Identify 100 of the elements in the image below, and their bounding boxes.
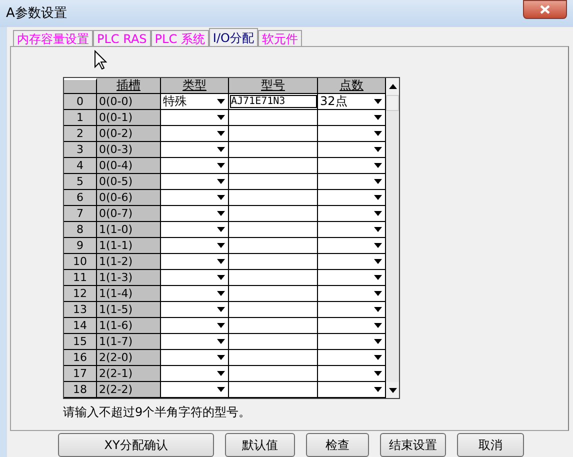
tab[interactable]: I/O分配 <box>208 28 258 46</box>
dropdown-arrow-icon[interactable] <box>374 211 382 216</box>
scroll-down-button[interactable] <box>386 382 399 398</box>
type-dropdown[interactable] <box>161 334 229 349</box>
row-number[interactable]: 17 <box>64 366 97 381</box>
dialog-button[interactable]: XY分配确认 <box>58 433 214 457</box>
points-dropdown[interactable] <box>318 238 386 253</box>
dropdown-arrow-icon[interactable] <box>374 99 382 104</box>
dropdown-arrow-icon[interactable] <box>374 195 382 200</box>
row-number[interactable]: 18 <box>64 382 97 397</box>
model-field[interactable] <box>229 126 318 141</box>
type-dropdown[interactable] <box>161 158 229 173</box>
points-dropdown[interactable] <box>318 254 386 269</box>
dropdown-arrow-icon[interactable] <box>217 131 225 136</box>
dropdown-arrow-icon[interactable] <box>217 227 225 232</box>
row-number[interactable]: 14 <box>64 318 97 333</box>
dropdown-arrow-icon[interactable] <box>374 227 382 232</box>
row-number[interactable]: 4 <box>64 158 97 173</box>
type-dropdown[interactable] <box>161 126 229 141</box>
points-dropdown[interactable] <box>318 126 386 141</box>
row-number[interactable]: 3 <box>64 142 97 157</box>
close-button[interactable] <box>523 0 567 19</box>
dropdown-arrow-icon[interactable] <box>217 387 225 392</box>
model-field[interactable] <box>229 238 318 253</box>
dropdown-arrow-icon[interactable] <box>217 339 225 344</box>
points-dropdown[interactable] <box>318 206 386 221</box>
type-dropdown[interactable]: 特殊 <box>161 94 229 109</box>
dropdown-arrow-icon[interactable] <box>217 147 225 152</box>
type-dropdown[interactable] <box>161 142 229 157</box>
dropdown-arrow-icon[interactable] <box>374 131 382 136</box>
model-field[interactable] <box>229 110 318 125</box>
type-dropdown[interactable] <box>161 382 229 397</box>
points-dropdown[interactable] <box>318 110 386 125</box>
model-field[interactable] <box>229 174 318 189</box>
row-number[interactable]: 2 <box>64 126 97 141</box>
dropdown-arrow-icon[interactable] <box>374 179 382 184</box>
points-dropdown[interactable] <box>318 142 386 157</box>
model-field[interactable] <box>229 206 318 221</box>
points-dropdown[interactable] <box>318 366 386 381</box>
row-number[interactable]: 1 <box>64 110 97 125</box>
type-dropdown[interactable] <box>161 206 229 221</box>
row-number[interactable]: 15 <box>64 334 97 349</box>
dropdown-arrow-icon[interactable] <box>217 323 225 328</box>
dropdown-arrow-icon[interactable] <box>374 275 382 280</box>
model-field[interactable] <box>229 350 318 365</box>
points-dropdown[interactable] <box>318 382 386 397</box>
model-field[interactable]: AJ71E71N3 <box>229 94 318 109</box>
dropdown-arrow-icon[interactable] <box>217 211 225 216</box>
dropdown-arrow-icon[interactable] <box>217 355 225 360</box>
type-dropdown[interactable] <box>161 190 229 205</box>
points-dropdown[interactable] <box>318 222 386 237</box>
points-dropdown[interactable] <box>318 286 386 301</box>
dialog-button[interactable]: 默认值 <box>225 433 295 457</box>
dropdown-arrow-icon[interactable] <box>374 339 382 344</box>
dropdown-arrow-icon[interactable] <box>374 291 382 296</box>
dropdown-arrow-icon[interactable] <box>374 387 382 392</box>
dropdown-arrow-icon[interactable] <box>217 307 225 312</box>
row-number[interactable]: 9 <box>64 238 97 253</box>
row-number[interactable]: 0 <box>64 94 97 109</box>
model-field[interactable] <box>229 382 318 397</box>
type-dropdown[interactable] <box>161 350 229 365</box>
scroll-up-button[interactable] <box>386 78 399 95</box>
model-field[interactable] <box>229 158 318 173</box>
dropdown-arrow-icon[interactable] <box>217 291 225 296</box>
model-field[interactable] <box>229 270 318 285</box>
row-number[interactable]: 8 <box>64 222 97 237</box>
dropdown-arrow-icon[interactable] <box>374 355 382 360</box>
model-field[interactable] <box>229 302 318 317</box>
points-dropdown[interactable] <box>318 302 386 317</box>
model-field[interactable] <box>229 222 318 237</box>
type-dropdown[interactable] <box>161 366 229 381</box>
type-dropdown[interactable] <box>161 302 229 317</box>
type-dropdown[interactable] <box>161 286 229 301</box>
model-field[interactable] <box>229 366 318 381</box>
points-dropdown[interactable] <box>318 318 386 333</box>
type-dropdown[interactable] <box>161 110 229 125</box>
row-number[interactable]: 11 <box>64 270 97 285</box>
dropdown-arrow-icon[interactable] <box>217 163 225 168</box>
type-dropdown[interactable] <box>161 318 229 333</box>
dropdown-arrow-icon[interactable] <box>217 259 225 264</box>
dialog-button[interactable]: 取消 <box>457 433 524 457</box>
dropdown-arrow-icon[interactable] <box>374 323 382 328</box>
type-dropdown[interactable] <box>161 254 229 269</box>
row-number[interactable]: 12 <box>64 286 97 301</box>
dropdown-arrow-icon[interactable] <box>374 147 382 152</box>
row-number[interactable]: 7 <box>64 206 97 221</box>
model-field[interactable] <box>229 142 318 157</box>
points-dropdown[interactable] <box>318 334 386 349</box>
dialog-button[interactable]: 检查 <box>306 433 369 457</box>
type-dropdown[interactable] <box>161 174 229 189</box>
type-dropdown[interactable] <box>161 270 229 285</box>
points-dropdown[interactable] <box>318 158 386 173</box>
scrollbar[interactable] <box>386 78 399 398</box>
points-dropdown[interactable]: 32点 <box>318 94 386 109</box>
type-dropdown[interactable] <box>161 238 229 253</box>
row-number[interactable]: 16 <box>64 350 97 365</box>
points-dropdown[interactable] <box>318 270 386 285</box>
row-number[interactable]: 6 <box>64 190 97 205</box>
type-dropdown[interactable] <box>161 222 229 237</box>
points-dropdown[interactable] <box>318 350 386 365</box>
